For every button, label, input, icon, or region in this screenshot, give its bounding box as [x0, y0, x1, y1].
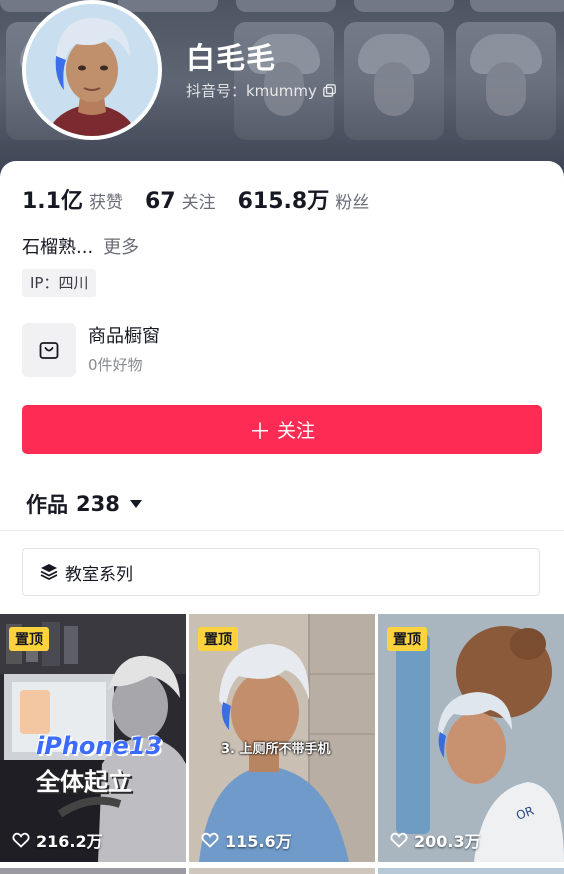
stat-label: 关注 — [181, 193, 216, 213]
collection-label: 教室系列 — [65, 564, 133, 585]
shop-title: 商品橱窗 — [88, 326, 160, 347]
video-cover-image: OR — [378, 614, 564, 862]
background-thumbnail — [354, 0, 454, 12]
background-thumbnail — [470, 0, 564, 12]
works-tab[interactable]: 作品 238 — [26, 489, 142, 519]
follow-button[interactable]: ＋ 关注 — [22, 405, 542, 454]
background-thumbnail — [344, 22, 444, 140]
shop-subtitle: 0件好物 — [88, 356, 143, 374]
shopping-bag-icon — [39, 342, 59, 359]
video-caption: 全体起立 — [36, 768, 132, 796]
video-likes: 216.2万 — [12, 828, 103, 852]
avatar-portrait-icon — [26, 4, 158, 136]
video-caption: 3. 上厕所不带手机 — [221, 742, 331, 757]
next-row-peek — [0, 868, 564, 874]
background-thumbnail — [456, 22, 556, 140]
nickname: 白毛毛 — [186, 41, 277, 75]
works-count: 238 — [76, 492, 120, 516]
likes-count: 115.6万 — [225, 832, 292, 851]
pinned-badge: 置顶 — [387, 627, 427, 651]
shop-icon-box — [22, 323, 76, 377]
heart-icon — [201, 832, 219, 848]
stat-value: 615.8万 — [237, 189, 330, 214]
stat-value: 67 — [144, 189, 176, 214]
douyin-id[interactable]: 抖音号：kmummy — [186, 80, 336, 101]
copy-icon[interactable] — [323, 84, 336, 97]
layers-icon — [40, 564, 58, 581]
following-stat[interactable]: 67 关注 — [145, 188, 216, 214]
follow-button-label: 关注 — [277, 420, 316, 442]
likes-count: 200.3万 — [414, 832, 481, 851]
background-thumbnail — [118, 0, 218, 12]
caret-down-icon — [129, 500, 142, 508]
stats-row: 1.1亿 获赞 67 关注 615.8万 粉丝 — [22, 183, 391, 215]
likes-count: 216.2万 — [36, 832, 103, 851]
heart-icon — [12, 832, 30, 848]
heart-icon — [390, 832, 408, 848]
video-thumbnail[interactable]: iPhone13 全体起立 置顶 216.2万 — [0, 614, 186, 862]
bio: 石榴熟... 更多 — [22, 233, 139, 259]
video-likes: 200.3万 — [390, 828, 481, 852]
likes-stat[interactable]: 1.1亿 获赞 — [22, 183, 123, 215]
collection-entry[interactable]: 教室系列 — [22, 548, 540, 596]
works-label: 作品 — [26, 493, 68, 517]
shop-window-entry[interactable]: 商品橱窗 0件好物 — [22, 323, 160, 377]
video-grid: iPhone13 全体起立 置顶 216.2万 3. 上厕所不带手机 置顶 11… — [0, 614, 564, 870]
video-thumbnail[interactable]: 3. 上厕所不带手机 置顶 115.6万 — [189, 614, 375, 862]
avatar[interactable] — [22, 0, 162, 140]
bio-text: 石榴熟... — [22, 237, 94, 258]
ip-location-tag: IP：四川 — [22, 269, 97, 297]
video-caption: iPhone13 — [36, 732, 163, 760]
stat-label: 粉丝 — [335, 193, 370, 213]
pinned-badge: 置顶 — [198, 627, 238, 651]
video-likes: 115.6万 — [201, 828, 292, 852]
douyin-id-text: 抖音号：kmummy — [186, 82, 317, 100]
background-thumbnail — [236, 0, 336, 12]
video-thumbnail[interactable]: OR 置顶 200.3万 — [378, 614, 564, 862]
bio-more-link[interactable]: 更多 — [103, 237, 139, 258]
plus-icon: ＋ — [248, 419, 271, 445]
followers-stat[interactable]: 615.8万 粉丝 — [238, 183, 370, 215]
divider — [0, 530, 564, 531]
stat-value: 1.1亿 — [22, 189, 83, 214]
pinned-badge: 置顶 — [9, 627, 49, 651]
profile-card: 1.1亿 获赞 67 关注 615.8万 粉丝 石榴熟... 更多 IP：四川 商… — [0, 161, 564, 874]
stat-label: 获赞 — [88, 193, 123, 213]
